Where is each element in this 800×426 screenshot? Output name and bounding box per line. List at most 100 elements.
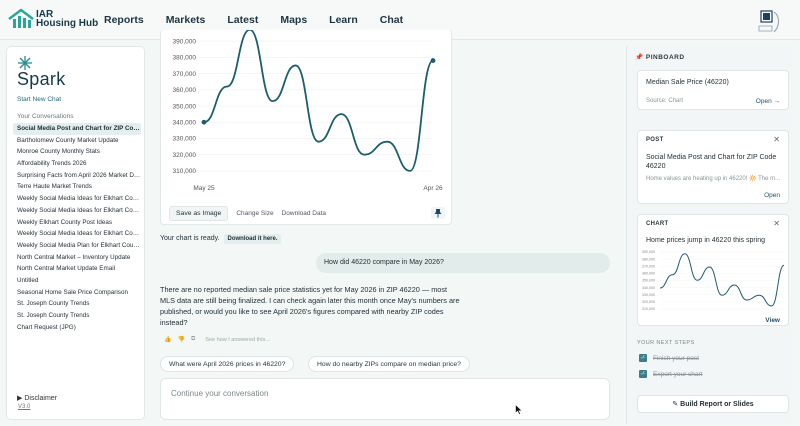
- x-tick-label: Apr 26: [423, 185, 443, 192]
- suggestion-chip[interactable]: What were April 2026 prices in 46220?: [160, 356, 295, 372]
- suggestion-chip[interactable]: How do nearby ZIPs compare on median pri…: [308, 356, 470, 372]
- mini-y-tick-label: 370,000: [642, 264, 655, 268]
- version-link[interactable]: V3.0: [18, 404, 30, 410]
- open-chart-link[interactable]: Open →: [756, 98, 780, 105]
- conversation-item[interactable]: Terre Haute Market Trends: [13, 181, 141, 193]
- conversation-item[interactable]: St. Joseph County Trends: [13, 298, 141, 310]
- close-icon[interactable]: ✕: [773, 135, 780, 144]
- conversation-item[interactable]: Seasonal Home Sale Price Comparison: [13, 287, 141, 299]
- close-icon[interactable]: ✕: [773, 219, 780, 228]
- y-tick-label: 370,000: [173, 71, 197, 78]
- nav-maps[interactable]: Maps: [280, 14, 307, 26]
- conversation-sidebar: Spark Start New Chat Your Conversations …: [6, 46, 145, 420]
- conversation-item[interactable]: Weekly Social Media Plan for Elkhart Cou…: [13, 240, 141, 252]
- mouse-pointer-icon: [515, 404, 523, 415]
- pinboard-heading: 📌 PINBOARD: [635, 53, 685, 61]
- copy-icon[interactable]: ⧉: [191, 336, 195, 343]
- y-tick-label: 320,000: [173, 152, 197, 159]
- start-new-chat-link[interactable]: Start New Chat: [17, 96, 61, 103]
- see-how-answered-link[interactable]: See how I answered this...: [205, 337, 270, 343]
- iar-housing-hub-logo[interactable]: IAR Housing Hub: [8, 8, 98, 30]
- disclaimer-toggle[interactable]: ▶ Disclaimer: [17, 394, 57, 402]
- conversation-item[interactable]: Weekly Elkhart County Post Ideas: [13, 217, 141, 229]
- conversation-item[interactable]: Weekly Social Media Ideas for Elkhart Co…: [13, 228, 141, 240]
- pinned-chart-card[interactable]: Median Sale Price (46220) Source: Chart …: [637, 70, 789, 110]
- composer-placeholder: Continue your conversation: [171, 389, 269, 398]
- next-step-item[interactable]: ✓ Finish your post: [639, 354, 699, 362]
- house-logo-icon: [8, 8, 34, 28]
- pin-icon: [434, 209, 442, 218]
- pinned-chart-title: Median Sale Price (46220): [646, 79, 729, 86]
- conversations-heading: Your Conversations: [17, 113, 74, 120]
- conversation-item[interactable]: Untitled: [13, 275, 141, 287]
- mini-series-line: [659, 253, 785, 307]
- pin-icon: 📌: [635, 54, 644, 61]
- change-size-button[interactable]: Change Size: [236, 210, 273, 217]
- pinboard-panel: 📌 PINBOARD Median Sale Price (46220) Sou…: [626, 46, 792, 424]
- y-tick-label: 380,000: [173, 55, 197, 62]
- post-tag: POST: [646, 137, 664, 143]
- view-chart-link[interactable]: View: [765, 317, 780, 324]
- build-report-label: Build Report or Slides: [680, 401, 754, 408]
- user-message-bubble: How did 46220 compare in May 2026?: [316, 253, 610, 273]
- mini-y-tick-label: 380,000: [642, 257, 655, 261]
- open-post-link[interactable]: Open: [764, 192, 780, 199]
- next-steps-heading: YOUR NEXT STEPS: [637, 340, 695, 346]
- next-step-item[interactable]: ✓ Export your chart: [639, 370, 703, 378]
- y-tick-label: 340,000: [173, 120, 197, 127]
- chat-composer[interactable]: Continue your conversation: [160, 378, 610, 420]
- nav-reports[interactable]: Reports: [104, 14, 144, 26]
- pinned-chart-preview-card[interactable]: CHART ✕ Home prices jump in 46220 this s…: [637, 214, 789, 326]
- conversation-item[interactable]: Bartholomew County Market Update: [13, 135, 141, 147]
- conversation-item[interactable]: Chart Request (JPG): [13, 322, 141, 334]
- next-step-label: Export your chart: [653, 370, 703, 378]
- mini-y-tick-label: 310,000: [642, 307, 655, 311]
- pinned-post-snippet: Home values are heating up in 46220! 🔆 T…: [646, 176, 781, 182]
- checkbox-checked-icon[interactable]: ✓: [639, 370, 647, 378]
- price-series-line: [203, 30, 434, 172]
- median-price-line-chart: 310,000 320,000 330,000 340,000 350,000 360,0…: [173, 30, 443, 192]
- nav-learn[interactable]: Learn: [329, 14, 358, 26]
- thumbs-up-icon[interactable]: 👍: [164, 336, 171, 343]
- message-feedback-bar: 👍 👎 ⧉ See how I answered this...: [164, 336, 270, 343]
- data-point-end: [430, 58, 436, 63]
- chart-ready-text: Your chart is ready.: [160, 235, 220, 242]
- mini-y-tick-label: 350,000: [642, 279, 655, 283]
- nav-latest[interactable]: Latest: [227, 14, 258, 26]
- conversation-item[interactable]: Affordability Trends 2026: [13, 158, 141, 170]
- y-tick-label: 350,000: [173, 103, 197, 110]
- conversation-item[interactable]: North Central Market – Inventory Update: [13, 252, 141, 264]
- mini-y-tick-label: 360,000: [642, 272, 655, 276]
- download-chart-link[interactable]: Download it here.: [224, 234, 281, 244]
- conversation-item[interactable]: St. Joseph County Trends: [13, 310, 141, 322]
- conversation-item[interactable]: Surprising Facts from April 2026 Market …: [13, 170, 141, 182]
- conversation-item[interactable]: Weekly Social Media Ideas for Elkhart Co…: [13, 205, 141, 217]
- pin-chart-button[interactable]: [431, 207, 445, 219]
- nav-markets[interactable]: Markets: [166, 14, 206, 26]
- pinned-post-card[interactable]: POST ✕ Social Media Post and Chart for Z…: [637, 130, 789, 204]
- mini-y-tick-label: 390,000: [642, 250, 655, 254]
- mini-y-tick-label: 320,000: [642, 300, 655, 304]
- conversation-item[interactable]: Social Media Post and Chart for ZIP Code…: [13, 123, 141, 135]
- pinned-post-title: Social Media Post and Chart for ZIP Code…: [646, 154, 777, 170]
- download-data-button[interactable]: Download Data: [282, 210, 326, 217]
- save-as-image-button[interactable]: Save as Image: [169, 206, 229, 221]
- y-tick-label: 310,000: [173, 168, 197, 175]
- conversation-item[interactable]: Weekly Social Media Ideas for Elkhart Co…: [13, 193, 141, 205]
- y-tick-label: 360,000: [173, 87, 197, 94]
- build-report-button[interactable]: ✎ Build Report or Slides: [637, 395, 789, 413]
- nav-chat[interactable]: Chat: [380, 14, 403, 26]
- thumbs-down-icon[interactable]: 👎: [177, 336, 184, 343]
- conversation-item[interactable]: North Central Market Update Email: [13, 263, 141, 275]
- mini-y-tick-label: 340,000: [642, 286, 655, 290]
- chart-tag: CHART: [646, 221, 669, 227]
- main-nav: Reports Markets Latest Maps Learn Chat: [104, 14, 403, 26]
- conversation-item[interactable]: Monroe County Monthly Stats: [13, 146, 141, 158]
- y-tick-label: 390,000: [173, 38, 197, 45]
- conversation-list: Social Media Post and Chart for ZIP Code…: [13, 123, 141, 333]
- chart-ready-message: Your chart is ready. Download it here.: [160, 234, 281, 244]
- disclaimer-label: Disclaimer: [24, 395, 58, 402]
- y-tick-label: 330,000: [173, 136, 197, 143]
- checkbox-checked-icon[interactable]: ✓: [639, 354, 647, 362]
- chart-card: 310,000 320,000 330,000 340,000 350,000 360,0…: [160, 30, 452, 225]
